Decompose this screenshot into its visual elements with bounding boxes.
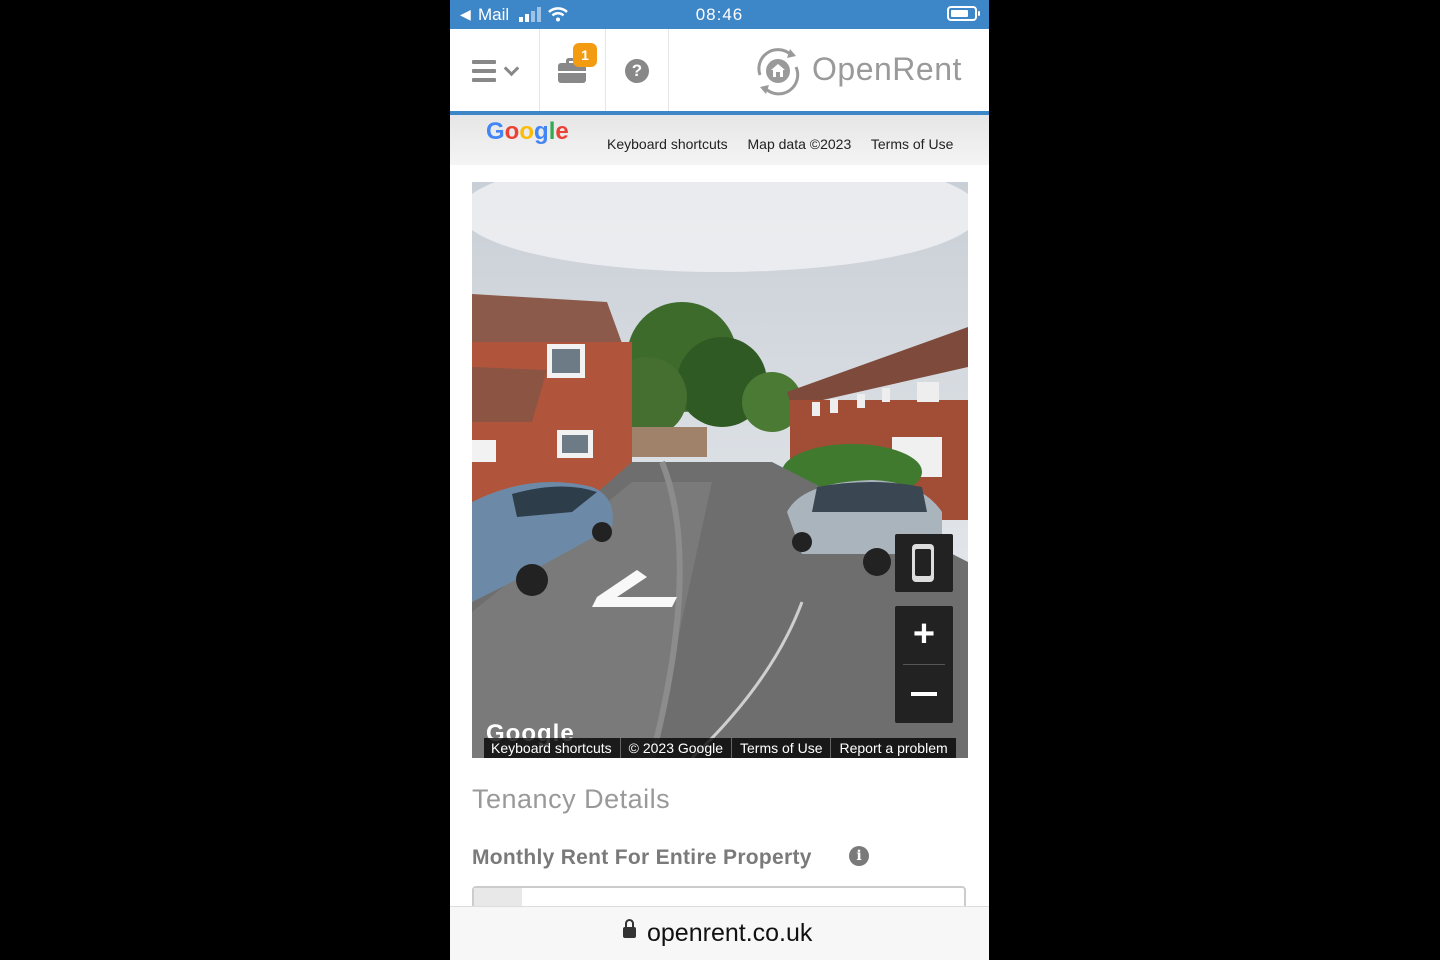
- status-bar: ◀ Mail 08:46: [450, 0, 989, 29]
- logo-letter: o: [519, 118, 535, 145]
- header-divider: [668, 29, 669, 111]
- map-attribution-strip: Google Keyboard shortcuts Map data ©2023…: [450, 115, 989, 165]
- copyright-text: © 2023 Google: [619, 738, 731, 758]
- chevron-down-icon: [503, 60, 520, 77]
- header-divider: [605, 29, 606, 111]
- zoom-in-button[interactable]: +: [895, 606, 953, 664]
- fullscreen-button[interactable]: [895, 534, 953, 592]
- house-refresh-icon: [757, 48, 800, 96]
- lock-icon: [623, 919, 636, 938]
- battery-icon: [947, 6, 980, 21]
- logo-letter: e: [555, 118, 569, 145]
- keyboard-shortcuts-link[interactable]: Keyboard shortcuts: [484, 738, 620, 758]
- terms-of-use-link[interactable]: Terms of Use: [871, 136, 953, 152]
- hamburger-icon-bar: [472, 69, 496, 73]
- street-view-footer: Keyboard shortcuts © 2023 Google Terms o…: [484, 738, 956, 758]
- battery-fill: [951, 10, 968, 17]
- notification-badge: 1: [573, 43, 597, 67]
- report-problem-link[interactable]: Report a problem: [830, 738, 955, 758]
- site-header: 1 ? OpenRent: [450, 29, 989, 115]
- logo-letter: G: [486, 118, 505, 145]
- hamburger-icon-bar: [472, 78, 496, 82]
- terms-of-use-link[interactable]: Terms of Use: [731, 738, 830, 758]
- menu-button[interactable]: [468, 57, 520, 85]
- zoom-control: +: [895, 606, 953, 723]
- section-title: Tenancy Details: [472, 784, 671, 814]
- briefcase-icon-stripe: [558, 71, 586, 73]
- keyboard-shortcuts-link[interactable]: Keyboard shortcuts: [607, 136, 728, 152]
- url-text: openrent.co.uk: [647, 919, 813, 947]
- info-icon[interactable]: i: [849, 846, 869, 866]
- browser-url-bar[interactable]: openrent.co.uk: [450, 906, 989, 960]
- logo-letter: g: [534, 118, 549, 145]
- google-logo: Google: [486, 118, 569, 146]
- clock: 08:46: [695, 5, 744, 24]
- header-divider: [539, 29, 540, 111]
- phone-screen: ◀ Mail 08:46 1 ? OpenRent Google Keyboar…: [450, 0, 989, 960]
- openrent-logo[interactable]: OpenRent: [750, 45, 970, 97]
- logo-letter: o: [504, 118, 520, 145]
- street-view-panorama[interactable]: + Google Keyboard shortcuts © 2023 Googl…: [472, 182, 968, 758]
- help-icon[interactable]: ?: [625, 59, 649, 83]
- map-data-link[interactable]: Map data ©2023: [748, 136, 852, 152]
- map-links: Keyboard shortcuts Map data ©2023 Terms …: [607, 136, 969, 152]
- street-view-image: [472, 182, 968, 758]
- logo-wordmark: OpenRent: [812, 51, 962, 87]
- hamburger-icon: [472, 60, 496, 64]
- phone-icon: [912, 544, 934, 582]
- zoom-out-button[interactable]: [895, 665, 953, 723]
- rent-field-label: Monthly Rent For Entire Property: [472, 846, 812, 869]
